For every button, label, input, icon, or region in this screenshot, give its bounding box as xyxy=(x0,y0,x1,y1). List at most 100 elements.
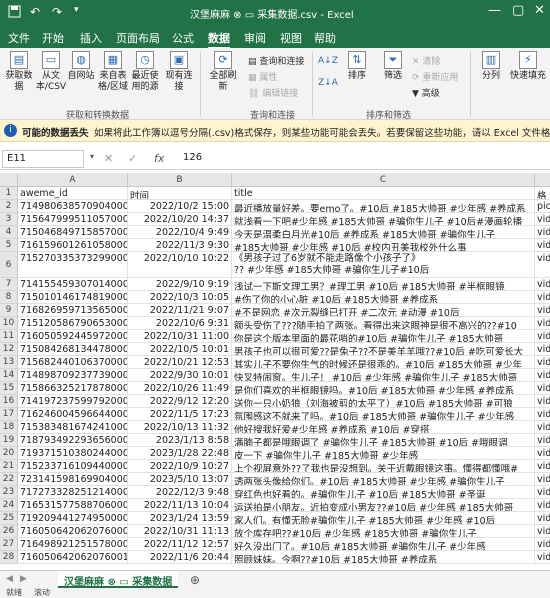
row-header[interactable]: 25 xyxy=(0,512,18,525)
table-cell[interactable]: vid xyxy=(535,395,550,408)
row-header[interactable]: 19 xyxy=(0,434,18,447)
row-header[interactable]: 12 xyxy=(0,343,18,356)
row-header[interactable]: 14 xyxy=(0,369,18,382)
table-cell[interactable]: 2022/10/21 12:53 xyxy=(128,356,232,369)
table-cell[interactable]: vid xyxy=(535,460,550,473)
table-cell[interactable]: 他好搜我好爱#少年感 #养成系 #10后 #穿搭 xyxy=(232,421,535,434)
table-cell[interactable]: vid xyxy=(535,512,550,525)
row-header[interactable]: 3 xyxy=(0,213,18,226)
table-cell[interactable]: 放个库存吧??#10后 #少年感 #185大帅哥 #骗你生儿子 xyxy=(232,525,535,538)
table-cell[interactable]: 716498921251578000 xyxy=(18,538,128,551)
table-cell[interactable]: 今天是温柔白月光#10后 #养成系 #185大帅哥 #骗你生儿子 xyxy=(232,226,535,239)
table-cell[interactable]: #伤了你的小心脏 #10后 #185大帅哥 #养成系 xyxy=(232,291,535,304)
table-cell[interactable]: 氛围感这不就来了吗。#10后 #185大帅哥 #骗你生儿子 #少年感 xyxy=(232,408,535,421)
header-cell[interactable]: aweme_id xyxy=(18,187,128,200)
maximize-icon[interactable]: ▢ xyxy=(512,3,524,18)
table-cell[interactable]: 透两张头像给你们。#10后 #185大帅哥 #少年感 #骗你生儿子 xyxy=(232,473,535,486)
table-cell[interactable]: #不是网恋 #次元裂缝已打开 #二次元 #动漫 #10后 xyxy=(232,304,535,317)
table-cell[interactable]: 2022/10/3 10:05 xyxy=(128,291,232,304)
table-cell[interactable]: 2022/11/6 20:44 xyxy=(128,551,232,564)
existing-connections-button[interactable]: ▣ 现有连接 xyxy=(162,51,196,93)
row-header[interactable]: 17 xyxy=(0,408,18,421)
table-cell[interactable]: 716531577588706000 xyxy=(18,499,128,512)
table-cell[interactable]: pic xyxy=(535,200,550,213)
table-cell[interactable]: 716159601261058000 xyxy=(18,239,128,252)
row-header[interactable]: 22 xyxy=(0,473,18,486)
table-cell[interactable]: 2023/5/10 13:07 xyxy=(128,473,232,486)
tab-help[interactable]: 帮助 xyxy=(314,30,336,46)
table-cell[interactable]: 716050642062076001 xyxy=(18,551,128,564)
table-cell[interactable]: 最近播放量好差。要emo了。#10后 #185大帅哥 #少年感 #养成系 xyxy=(232,200,535,213)
filter-button[interactable]: ⏷ 筛选 xyxy=(376,51,410,82)
col-header-a[interactable]: A xyxy=(18,173,128,187)
scroll-left-icon[interactable]: ◀ xyxy=(6,574,13,584)
table-cell[interactable]: 716050642062076000 xyxy=(18,525,128,538)
text-to-columns-button[interactable]: ▥ 分列 xyxy=(474,51,508,82)
table-cell[interactable]: vid xyxy=(535,525,550,538)
col-header-c[interactable]: C xyxy=(232,173,535,187)
table-cell[interactable]: vid xyxy=(535,317,550,330)
table-cell[interactable]: vid xyxy=(535,239,550,252)
row-header[interactable]: 8 xyxy=(0,291,18,304)
queries-connections-button[interactable]: ▤ 查询和连接 xyxy=(248,54,304,67)
row-header[interactable]: 28 xyxy=(0,551,18,564)
table-cell[interactable]: 家人们。有懂无脸#骗你生儿子 #185大帅哥 #少年感 #10后 xyxy=(232,512,535,525)
table-cell[interactable]: vid xyxy=(535,408,550,421)
table-cell[interactable]: 2022/10/26 11:49 xyxy=(128,382,232,395)
table-cell[interactable]: vid xyxy=(535,499,550,512)
col-header-d[interactable] xyxy=(535,173,550,187)
row-header[interactable]: 4 xyxy=(0,226,18,239)
tab-file[interactable]: 文件 xyxy=(8,30,30,46)
table-cell[interactable]: 2022/10/2 15:00 xyxy=(128,200,232,213)
name-box-dropdown-icon[interactable]: ▾ xyxy=(90,152,94,161)
table-cell[interactable]: vid xyxy=(535,369,550,382)
table-cell[interactable]: 716050592445972000 xyxy=(18,330,128,343)
table-cell[interactable]: 2022/11/3 9:30 xyxy=(128,239,232,252)
formula-input[interactable]: 126 xyxy=(183,152,202,163)
table-cell[interactable]: 其实儿子不要你生气的时候还是很乖的。#10后 #185大帅哥 #少年 xyxy=(232,356,535,369)
table-cell[interactable]: 送你一只小奶狼（刘海被剪的太平了）#10后 #185大帅哥 #可狼 xyxy=(232,395,535,408)
table-cell[interactable]: vid xyxy=(535,252,550,278)
row-header[interactable]: 21 xyxy=(0,460,18,473)
refresh-all-button[interactable]: ⟳ 全部刷新 xyxy=(206,51,240,93)
header-cell[interactable]: 格 xyxy=(535,187,550,200)
flash-fill-button[interactable]: ⚡ 快速填充 xyxy=(508,51,548,82)
row-header[interactable]: 10 xyxy=(0,317,18,330)
table-cell[interactable]: vid xyxy=(535,291,550,304)
table-cell[interactable]: 2022/10/13 11:32 xyxy=(128,421,232,434)
table-cell[interactable]: vid xyxy=(535,356,550,369)
sort-za-icon[interactable]: Z↓A xyxy=(318,78,338,88)
clear-filter-button[interactable]: ✕ 清除 xyxy=(412,54,440,67)
table-cell[interactable]: 2022/10/10 10:22 xyxy=(128,252,232,278)
add-sheet-icon[interactable]: ⊕ xyxy=(190,573,200,587)
tab-review[interactable]: 审阅 xyxy=(244,30,266,46)
table-cell[interactable]: vid xyxy=(535,447,550,460)
select-all-corner[interactable] xyxy=(0,173,18,187)
redo-icon[interactable]: ↷ xyxy=(52,5,62,19)
table-cell[interactable]: vid xyxy=(535,213,550,226)
table-cell[interactable]: 714980638570904000 xyxy=(18,200,128,213)
table-cell[interactable]: 穿红色也好看的。#骗你生儿子 #10后 #185大帅哥 #圣诞 xyxy=(232,486,535,499)
row-header[interactable]: 15 xyxy=(0,382,18,395)
table-cell[interactable]: vid xyxy=(535,226,550,239)
table-cell[interactable]: 714197237599792000 xyxy=(18,395,128,408)
table-cell[interactable]: 717273328251214000 xyxy=(18,486,128,499)
table-cell[interactable]: 715010146174819000 xyxy=(18,291,128,304)
table-cell[interactable]: 上个视屏意外??了我也是没想到。关于近戴眼镜这事。懂得都懂哦# xyxy=(232,460,535,473)
header-cell[interactable]: title xyxy=(232,187,535,200)
table-cell[interactable]: 715233716109440000 xyxy=(18,460,128,473)
table-cell[interactable]: 2023/1/24 13:59 xyxy=(128,512,232,525)
table-cell[interactable]: 718793492293656000 xyxy=(18,434,128,447)
row-header[interactable]: 23 xyxy=(0,486,18,499)
table-cell[interactable]: 2022/10/4 9:49 xyxy=(128,226,232,239)
row-header[interactable]: 7 xyxy=(0,278,18,291)
table-cell[interactable]: 2023/1/13 8:58 xyxy=(128,434,232,447)
table-cell[interactable]: 运送拍是小朋友。近拍变成小男友??#10后 #少年感 #185大帅哥 xyxy=(232,499,535,512)
table-cell[interactable]: 715682440106370000 xyxy=(18,356,128,369)
undo-icon[interactable]: ↶ xyxy=(30,5,40,19)
row-header[interactable]: 1 xyxy=(0,187,18,200)
table-cell[interactable]: vid xyxy=(535,330,550,343)
table-cell[interactable]: 皮一下 #骗你生儿子 #185大帅哥 #少年感 xyxy=(232,447,535,460)
table-cell[interactable]: 719371510380244000 xyxy=(18,447,128,460)
table-cell[interactable]: vid xyxy=(535,486,550,499)
